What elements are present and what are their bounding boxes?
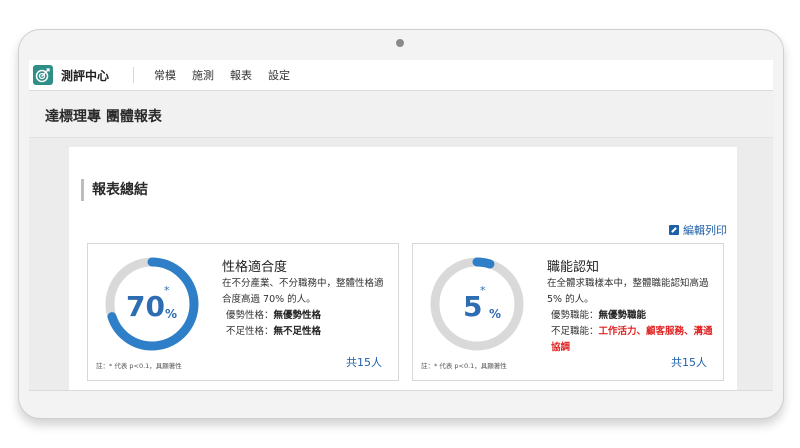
strength-label: 優勢性格： xyxy=(226,310,274,321)
camera-dot xyxy=(396,39,404,47)
edit-print-link[interactable]: 編輯列印 xyxy=(669,222,727,238)
page-title-bar: 達標理專 團體報表 xyxy=(29,91,773,138)
app-screen: 測評中心 常模 施測 報表 設定 達標理專 團體報表 報表總結 編輯列印 70 … xyxy=(29,60,773,390)
competency-card: 5 * % 職能認知 在全體求職樣本中，整體職能認知高過 5% 的人。 優勢職能… xyxy=(412,243,724,381)
percent-sign: % xyxy=(489,307,502,321)
edit-icon xyxy=(669,225,679,235)
page-title: 達標理專 團體報表 xyxy=(45,109,162,125)
nav-divider xyxy=(133,67,135,83)
significance-star: * xyxy=(164,284,170,297)
card-title: 職能認知 xyxy=(547,260,600,275)
personality-fit-card: 70 * % 性格適合度 在不分產業、不分職務中，整體性格適合度高過 70% 的… xyxy=(87,243,399,381)
strength-row: 優勢職能：無優勢職能 xyxy=(551,308,646,324)
section-heading: 報表總結 xyxy=(81,179,148,201)
weakness-row: 不足職能：工作活力、顧客服務、溝通協調 xyxy=(551,324,721,356)
top-nav-bar: 測評中心 常模 施測 報表 設定 xyxy=(29,60,773,91)
report-content-panel: 報表總結 編輯列印 70 * % 性格適合度 在不分產業、不分職務中，整體性格適… xyxy=(69,147,737,390)
nav-item-settings[interactable]: 設定 xyxy=(268,67,290,83)
nav-item-norm[interactable]: 常模 xyxy=(154,67,176,83)
strength-value: 無優勢性格 xyxy=(273,310,322,321)
significance-note: 註：* 代表 p<0.1，具顯著性 xyxy=(96,362,182,370)
total-count: 共15人 xyxy=(346,356,382,369)
percent-sign: % xyxy=(165,307,178,321)
main-nav: 常模 施測 報表 設定 xyxy=(154,67,306,83)
app-brand-title: 測評中心 xyxy=(61,68,110,83)
card-description: 在不分產業、不分職務中，整體性格適合度高過 70% 的人。 xyxy=(222,278,384,305)
weakness-label: 不足性格： xyxy=(226,326,274,337)
nav-item-report[interactable]: 報表 xyxy=(230,67,252,83)
target-logo-icon xyxy=(33,65,53,85)
tablet-frame: 測評中心 常模 施測 報表 設定 達標理專 團體報表 報表總結 編輯列印 70 … xyxy=(18,29,784,419)
nav-item-test[interactable]: 施測 xyxy=(192,67,214,83)
strength-row: 優勢性格：無優勢性格 xyxy=(226,308,321,324)
weakness-label: 不足職能： xyxy=(551,326,599,337)
edit-print-label: 編輯列印 xyxy=(683,224,727,237)
strength-value: 無優勢職能 xyxy=(598,310,647,321)
weakness-value: 無不足性格 xyxy=(273,326,322,337)
screen-bottom-edge xyxy=(29,390,773,391)
significance-star: * xyxy=(480,284,486,297)
total-count: 共15人 xyxy=(671,356,707,369)
personality-fit-value: 70 xyxy=(126,290,165,323)
strength-label: 優勢職能： xyxy=(551,310,599,321)
weakness-row: 不足性格：無不足性格 xyxy=(226,324,321,340)
card-description: 在全體求職樣本中，整體職能認知高過 5% 的人。 xyxy=(547,278,709,305)
significance-note: 註：* 代表 p<0.1，具顯著性 xyxy=(421,362,507,370)
card-title: 性格適合度 xyxy=(222,260,288,275)
